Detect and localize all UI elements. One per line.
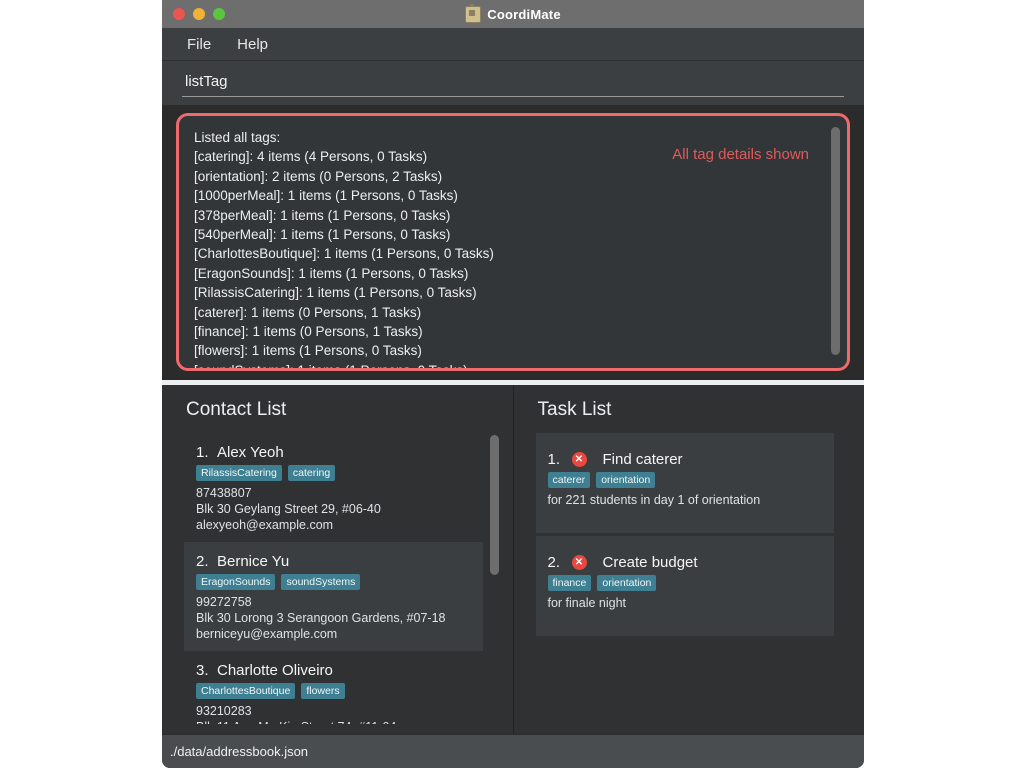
tag-chip: soundSystems	[281, 574, 360, 590]
contact-card-address: Blk 11 Ang Mo Kio Street 74, #11-04	[196, 719, 471, 724]
contact-card-phone: 87438807	[196, 485, 471, 501]
task-status-incomplete-icon: ✕	[572, 452, 587, 467]
tag-chip: RilassisCatering	[196, 465, 282, 481]
task-card-header: 2. ✕ Create budget	[548, 554, 823, 571]
contact-card-header: 2. Bernice Yu	[196, 553, 471, 570]
tag-chip: finance	[548, 575, 592, 591]
status-bar-file-path: ./data/addressbook.json	[170, 744, 308, 759]
command-input[interactable]: listTag	[182, 73, 844, 90]
tag-chip: orientation	[597, 575, 656, 591]
contact-card-name: Bernice Yu	[217, 553, 289, 570]
menu-item-help[interactable]: Help	[228, 33, 277, 56]
contact-list-scrollbar[interactable]	[490, 435, 499, 722]
tag-chip: catering	[288, 465, 335, 481]
title-center-group: CoordiMate	[162, 6, 864, 23]
contact-list-scrollbar-thumb[interactable]	[490, 435, 499, 575]
contact-list-scroller: 1. Alex Yeoh RilassisCatering catering 87438…	[174, 433, 501, 724]
result-scrollbar[interactable]	[831, 123, 840, 361]
status-bar: ./data/addressbook.json	[162, 734, 864, 768]
tag-chip: flowers	[301, 683, 344, 699]
contact-card-address: Blk 30 Lorong 3 Serangoon Gardens, #07-1…	[196, 610, 471, 626]
traffic-light-group	[173, 8, 225, 20]
title-bar: CoordiMate	[162, 0, 864, 28]
menu-bar: File Help	[162, 28, 864, 61]
task-card-stack: 1. ✕ Find caterer caterer orientation for 221…	[536, 433, 835, 636]
task-card-tag-row: caterer orientation	[548, 472, 823, 488]
contact-card-name: Alex Yeoh	[217, 444, 284, 461]
result-scrollbar-thumb[interactable]	[831, 127, 840, 355]
contact-card[interactable]: 2. Bernice Yu EragonSounds soundSystems 9927…	[184, 542, 483, 651]
result-annotation-label: All tag details shown	[672, 146, 809, 163]
close-button[interactable]	[173, 8, 185, 20]
contact-card-address: Blk 30 Geylang Street 29, #06-40	[196, 501, 471, 517]
contact-card-header: 1. Alex Yeoh	[196, 444, 471, 461]
command-area: listTag	[162, 61, 864, 105]
contact-card-email: alexyeoh@example.com	[196, 517, 471, 533]
contact-card-tag-row: CharlottesBoutique flowers	[196, 683, 471, 699]
contact-card-email: berniceyu@example.com	[196, 626, 471, 642]
lists-row: Contact List 1. Alex Yeoh RilassisCatering…	[162, 385, 864, 734]
contact-card-stack: 1. Alex Yeoh RilassisCatering catering 87438…	[184, 433, 483, 724]
contact-card-index: 2.	[196, 553, 210, 570]
contact-card-header: 3. Charlotte Oliveiro	[196, 662, 471, 679]
app-window: CoordiMate File Help listTag Listed all …	[162, 0, 864, 768]
task-list-title: Task List	[538, 399, 853, 421]
maximize-button[interactable]	[213, 8, 225, 20]
window-title: CoordiMate	[487, 7, 561, 22]
task-card-description: for finale night	[548, 595, 823, 611]
contact-card-name: Charlotte Oliveiro	[217, 662, 333, 679]
command-input-wrapper[interactable]: listTag	[182, 73, 844, 97]
contact-card-phone: 93210283	[196, 703, 471, 719]
result-display-box: Listed all tags: [catering]: 4 items (4 …	[176, 113, 850, 371]
contact-list-title: Contact List	[186, 399, 501, 421]
clipboard-icon	[465, 6, 481, 23]
task-card[interactable]: 1. ✕ Find caterer caterer orientation for 221…	[536, 433, 835, 533]
contact-card-phone: 99272758	[196, 594, 471, 610]
contact-list-panel: Contact List 1. Alex Yeoh RilassisCatering…	[162, 385, 514, 734]
task-status-incomplete-icon: ✕	[572, 555, 587, 570]
tag-chip: CharlottesBoutique	[196, 683, 295, 699]
contact-card-tag-row: RilassisCatering catering	[196, 465, 471, 481]
contact-card-index: 3.	[196, 662, 210, 679]
contact-card-index: 1.	[196, 444, 210, 461]
task-card-index: 2.	[548, 554, 562, 571]
contact-card-tag-row: EragonSounds soundSystems	[196, 574, 471, 590]
contact-card[interactable]: 1. Alex Yeoh RilassisCatering catering 87438…	[184, 433, 483, 542]
tag-chip: caterer	[548, 472, 591, 488]
task-card-title: Find caterer	[603, 451, 683, 468]
task-card-title: Create budget	[603, 554, 698, 571]
task-card-header: 1. ✕ Find caterer	[548, 451, 823, 468]
tag-chip: orientation	[596, 472, 655, 488]
task-card-description: for 221 students in day 1 of orientation	[548, 492, 823, 508]
result-display-region: Listed all tags: [catering]: 4 items (4 …	[176, 113, 850, 371]
task-list-scroller: 1. ✕ Find caterer caterer orientation for 221…	[526, 433, 853, 724]
menu-item-file[interactable]: File	[178, 33, 220, 56]
contact-card[interactable]: 3. Charlotte Oliveiro CharlottesBoutique fl…	[184, 651, 483, 724]
minimize-button[interactable]	[193, 8, 205, 20]
task-list-panel: Task List 1. ✕ Find caterer caterer orientat…	[514, 385, 865, 734]
tag-chip: EragonSounds	[196, 574, 275, 590]
task-card-index: 1.	[548, 451, 562, 468]
task-card[interactable]: 2. ✕ Create budget finance orientation for fi…	[536, 536, 835, 636]
task-card-tag-row: finance orientation	[548, 575, 823, 591]
